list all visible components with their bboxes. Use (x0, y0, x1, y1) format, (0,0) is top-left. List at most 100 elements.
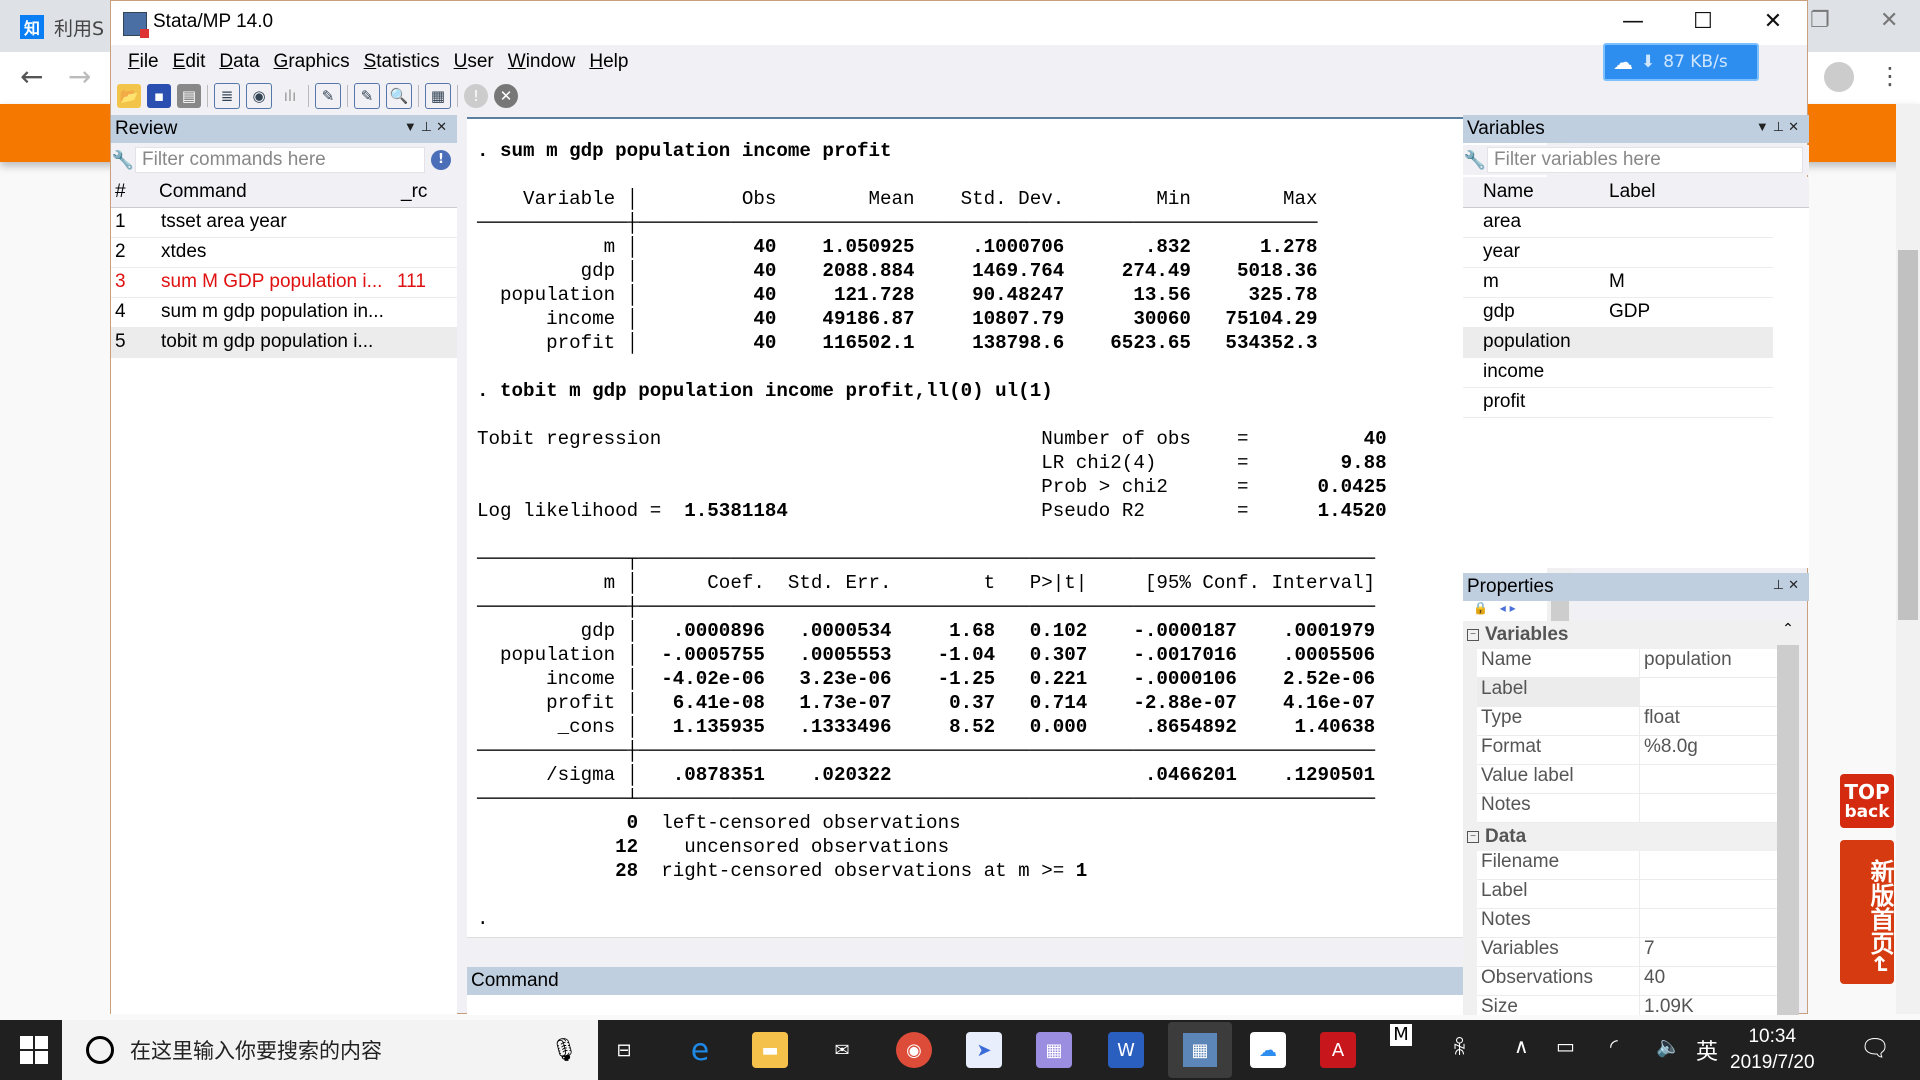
start-button[interactable] (20, 1036, 48, 1064)
browser-close-icon[interactable]: ✕ (1880, 8, 1898, 33)
review-item[interactable]: 1 tsset area year (111, 208, 457, 238)
data-browser-icon[interactable]: 🔍 (386, 83, 412, 109)
more-icon[interactable]: ! (464, 84, 488, 108)
menu-help[interactable]: Help (582, 51, 635, 73)
prop-row[interactable]: Value label (1477, 765, 1777, 794)
panel-controls[interactable]: ▼⊥✕ (404, 119, 451, 135)
panel-controls[interactable]: ⊥✕ (1773, 577, 1803, 593)
viewer-icon[interactable]: ◉ (246, 83, 272, 109)
browser-avatar[interactable] (1824, 62, 1854, 92)
prev-arrow-icon[interactable]: ◂ (1500, 601, 1506, 615)
microphone-icon[interactable]: 🎙 (550, 1038, 578, 1063)
browser-tab[interactable]: 知 利用S (20, 8, 120, 46)
acrobat-icon[interactable]: A (1320, 1032, 1356, 1068)
stata-taskbar-icon[interactable]: ▦ (1168, 1022, 1232, 1078)
prop-row[interactable]: Variables 7 (1477, 938, 1777, 967)
variable-item[interactable]: mM (1463, 268, 1773, 298)
menu-file[interactable]: File (121, 51, 166, 73)
m-app-icon[interactable]: M (1390, 1024, 1412, 1046)
prop-row[interactable]: Name population (1477, 649, 1777, 678)
feishu-icon[interactable]: ➤ (966, 1032, 1002, 1068)
review-item-error[interactable]: 3 sum M GDP population i... 111 (111, 268, 457, 298)
maximize-button[interactable]: ☐ (1683, 9, 1723, 34)
variables-manager-icon[interactable]: ▦ (425, 83, 451, 109)
col-command[interactable]: Command (159, 181, 247, 203)
open-icon[interactable]: 📂 (117, 84, 141, 108)
panel-controls[interactable]: ▼⊥✕ (1756, 119, 1803, 135)
close-button[interactable]: ✕ (1753, 9, 1793, 34)
wrench-icon[interactable]: 🔧 (111, 150, 135, 171)
tray-expand-icon[interactable]: ∧ (1514, 1034, 1529, 1058)
wrench-icon[interactable]: 🔧 (1463, 150, 1487, 171)
variable-item[interactable]: area (1463, 208, 1773, 238)
section-variables[interactable]: − Variables (1463, 621, 1777, 649)
volume-muted-icon[interactable]: 🔈 (1656, 1034, 1681, 1058)
notification-icon[interactable]: 🗨 (1860, 1034, 1890, 1062)
do-file-editor-icon[interactable]: ✎ (315, 83, 341, 109)
variable-item[interactable]: gdp GDP (1463, 298, 1773, 328)
download-speed-badge[interactable]: ☁ ⬇ 87 KB/s (1603, 43, 1759, 81)
variable-item[interactable]: income (1463, 358, 1773, 388)
prop-row[interactable]: Observations 40 (1477, 967, 1777, 996)
clock[interactable]: 10:34 2019/7/20 (1730, 1024, 1815, 1076)
forward-icon[interactable]: → (68, 60, 91, 93)
chrome-icon[interactable]: ◉ (896, 1032, 932, 1068)
lock-icon[interactable]: 🔒 (1473, 601, 1488, 615)
new-home-button[interactable]: 新版首页↵ (1840, 840, 1894, 984)
word-icon[interactable]: W (1108, 1032, 1144, 1068)
prop-row[interactable]: Label (1477, 678, 1777, 707)
menu-graphics[interactable]: Graphics (267, 51, 357, 73)
col-rc[interactable]: _rc (401, 181, 427, 203)
review-item-selected[interactable]: 5 tobit m gdp population i... (111, 328, 457, 358)
command-input[interactable] (467, 995, 1571, 1015)
col-number[interactable]: # (115, 181, 126, 203)
collapse-icon[interactable]: − (1467, 629, 1479, 641)
back-to-top-button[interactable]: TOP back (1840, 774, 1894, 828)
section-data[interactable]: − Data (1463, 823, 1777, 851)
people-icon[interactable]: ꆜ (1452, 1034, 1468, 1060)
page-scrollbar-thumb[interactable] (1898, 250, 1918, 620)
menu-user[interactable]: User (447, 51, 501, 73)
prop-row[interactable]: Label (1477, 880, 1777, 909)
data-editor-edit-icon[interactable]: ✎ (354, 83, 380, 109)
prop-row[interactable]: Format %8.0g (1477, 736, 1777, 765)
prop-row[interactable]: Notes (1477, 909, 1777, 938)
menu-edit[interactable]: Edit (166, 51, 213, 73)
review-item[interactable]: 2 xtdes (111, 238, 457, 268)
browser-restore-icon[interactable]: ❐ (1810, 8, 1830, 33)
log-icon[interactable]: ≣ (214, 83, 240, 109)
browser-menu-icon[interactable]: ⋮ (1878, 62, 1902, 90)
wifi-icon[interactable]: ◜ (1610, 1034, 1618, 1058)
col-label[interactable]: Label (1609, 181, 1656, 203)
info-icon[interactable]: ! (431, 150, 451, 170)
menu-statistics[interactable]: Statistics (357, 51, 447, 73)
results-window[interactable]: . sum m gdp population income profit Var… (467, 117, 1547, 937)
file-explorer-icon[interactable]: ▬ (752, 1032, 788, 1068)
ime-indicator[interactable]: 英 (1696, 1034, 1718, 1066)
winrar-icon[interactable]: ▦ (1036, 1032, 1072, 1068)
print-icon[interactable]: ▤ (177, 84, 201, 108)
scroll-up-icon[interactable]: ⌃ (1777, 621, 1799, 645)
graph-icon[interactable]: ılı (278, 84, 302, 108)
prop-row[interactable]: Size 1.09K (1477, 996, 1777, 1015)
minimize-button[interactable]: — (1613, 9, 1653, 34)
prop-row[interactable]: Filename (1477, 851, 1777, 880)
collapse-icon[interactable]: − (1467, 831, 1479, 843)
variable-item-selected[interactable]: population (1463, 328, 1773, 358)
prop-row[interactable]: Notes (1477, 794, 1777, 823)
menu-data[interactable]: Data (212, 51, 266, 73)
variable-item[interactable]: year (1463, 238, 1773, 268)
edge-icon[interactable]: e (682, 1032, 718, 1068)
task-view-icon[interactable]: ⊟ (606, 1032, 642, 1068)
baidu-netdisk-icon[interactable]: ☁ (1250, 1032, 1286, 1068)
battery-icon[interactable]: ▭ (1556, 1034, 1575, 1058)
prop-row[interactable]: Type float (1477, 707, 1777, 736)
variables-filter-input[interactable]: Filter variables here (1487, 147, 1803, 173)
variable-item[interactable]: profit (1463, 388, 1773, 418)
break-icon[interactable]: ✕ (494, 84, 518, 108)
mail-icon[interactable]: ✉ (824, 1032, 860, 1068)
properties-scrollbar[interactable]: ⌃ (1777, 621, 1799, 1015)
next-arrow-icon[interactable]: ▸ (1510, 601, 1516, 615)
col-name[interactable]: Name (1483, 181, 1534, 203)
menu-window[interactable]: Window (501, 51, 583, 73)
